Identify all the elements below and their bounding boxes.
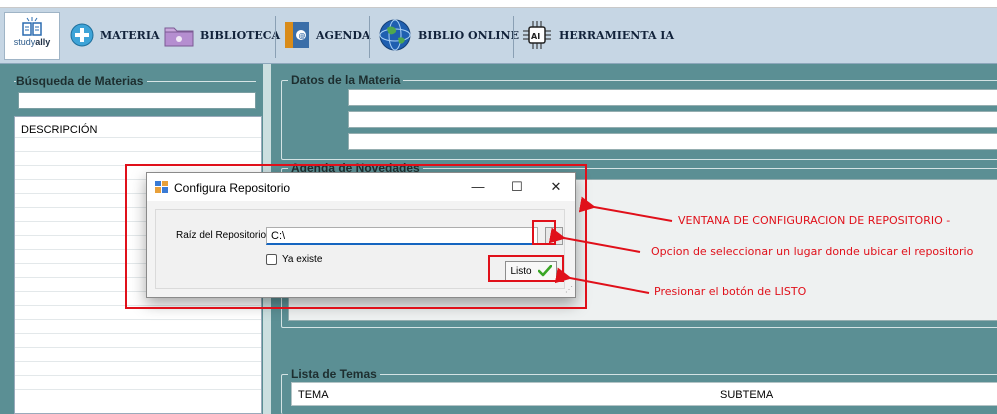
grid-header-descripcion[interactable]: DESCRIPCIÓN — [15, 117, 261, 137]
grid-row[interactable] — [15, 333, 261, 347]
materia-field-3[interactable] — [348, 133, 997, 150]
root-label: Raíz del Repositorio: — [176, 230, 269, 241]
grid-row[interactable] — [15, 361, 261, 375]
browse-button[interactable]: ... — [545, 227, 563, 245]
ya-existe-label: Ya existe — [282, 254, 323, 265]
folder-icon — [164, 27, 194, 47]
minimize-button[interactable]: — — [467, 177, 489, 197]
herramienta-ia-button[interactable]: AI HERRAMIENTA IA — [517, 16, 678, 54]
agenda-notebook-icon: @ — [285, 22, 309, 48]
globe-icon — [379, 19, 411, 51]
svg-text:@: @ — [299, 32, 306, 40]
maximize-button[interactable]: ☐ — [506, 177, 528, 197]
toolbar-separator — [369, 16, 370, 58]
annotation-text-listo: Presionar el botón de LISTO — [654, 285, 807, 298]
ai-chip-icon: AI — [523, 21, 551, 49]
studyally-logo[interactable]: studyally — [4, 12, 60, 60]
annotation-text-dialog: VENTANA DE CONFIGURACION DE REPOSITORIO … — [678, 214, 951, 227]
toolbar-separator — [513, 16, 514, 58]
close-button[interactable]: ✕ — [545, 177, 567, 197]
dialog-titlebar[interactable]: Configura Repositorio — ☐ ✕ — [147, 173, 575, 201]
resize-grip-icon[interactable]: ⋰ — [565, 285, 573, 294]
grid-row[interactable] — [15, 305, 261, 319]
column-header-tema[interactable]: TEMA — [298, 389, 329, 401]
listo-label: Listo — [510, 265, 532, 277]
svg-text:AI: AI — [531, 32, 540, 41]
grid-row[interactable] — [15, 347, 261, 361]
configura-repositorio-dialog: Configura Repositorio — ☐ ✕ Raíz del Rep… — [146, 172, 576, 298]
repository-root-input[interactable] — [266, 227, 538, 245]
grid-row[interactable] — [15, 375, 261, 389]
search-group-title: Búsqueda de Materias — [16, 74, 148, 88]
lista-temas-title: Lista de Temas — [288, 367, 380, 381]
window-top-border — [0, 0, 997, 8]
dialog-title: Configura Repositorio — [174, 181, 291, 195]
materia-field-1[interactable] — [348, 89, 997, 106]
temas-grid-header: TEMA SUBTEMA — [291, 382, 997, 406]
grid-row[interactable] — [15, 389, 261, 403]
grid-row[interactable] — [15, 137, 261, 151]
annotation-text-browse: Opcion de seleccionar un lugar donde ubi… — [651, 245, 974, 258]
logo-wordmark: studyally — [13, 37, 51, 47]
toolbar-separator — [275, 16, 276, 58]
biblioteca-button[interactable]: BIBLIOTECA — [160, 16, 284, 54]
grid-row[interactable] — [15, 151, 261, 165]
checkbox-box[interactable] — [266, 254, 277, 265]
search-materias-input[interactable] — [18, 92, 256, 109]
materia-field-2[interactable] — [348, 111, 997, 128]
ya-existe-checkbox[interactable]: Ya existe — [266, 254, 322, 265]
datos-materia-group: Datos de la Materia — [281, 73, 997, 160]
window-app-icon — [155, 181, 168, 193]
agenda-button[interactable]: @ AGENDA — [280, 16, 374, 54]
dialog-body: Raíz del Repositorio: ... Ya existe List… — [155, 209, 565, 289]
book-logo-icon — [22, 17, 42, 36]
grid-row[interactable] — [15, 319, 261, 333]
checkmark-icon — [537, 265, 552, 277]
materia-button[interactable]: MATERIA — [66, 16, 164, 54]
plus-circle-icon — [70, 23, 94, 47]
main-toolbar: studyally MATERIA BIBLIOTECA @ AGENDA BI… — [0, 8, 997, 64]
datos-materia-title: Datos de la Materia — [288, 73, 404, 87]
listo-button[interactable]: Listo — [505, 261, 557, 281]
biblio-online-button[interactable]: BIBLIO ONLINE — [374, 16, 523, 54]
column-header-subtema[interactable]: SUBTEMA — [720, 389, 773, 401]
